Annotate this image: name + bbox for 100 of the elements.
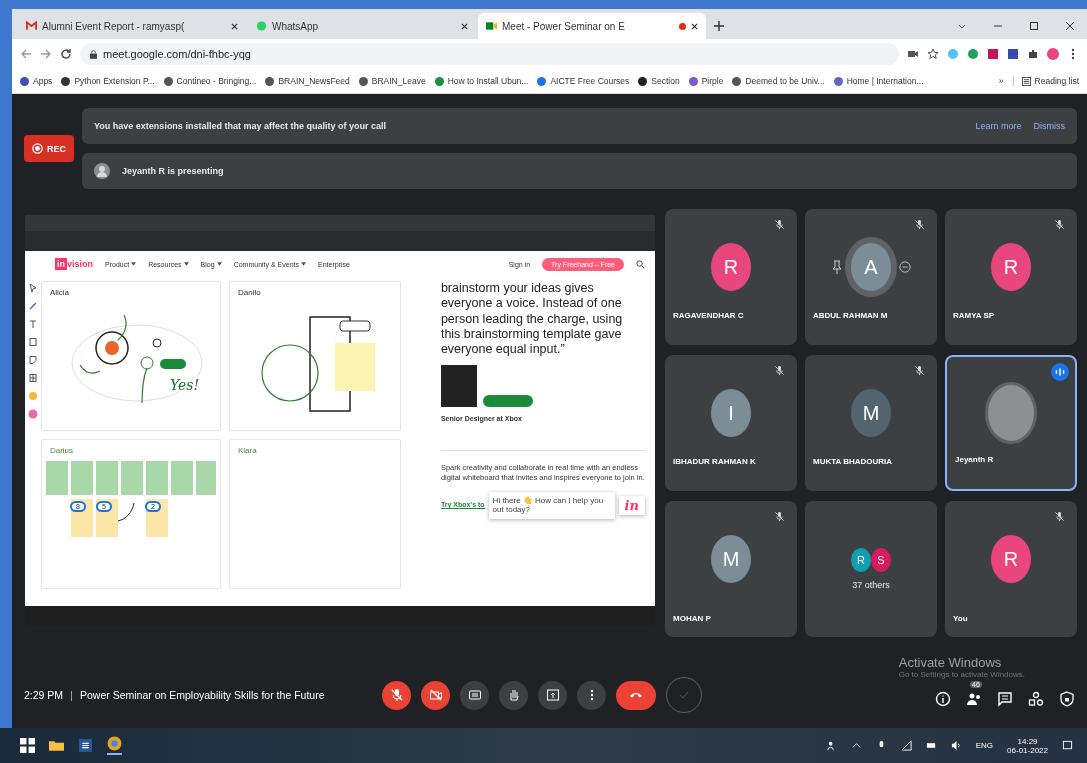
star-icon[interactable] xyxy=(927,48,939,60)
participant-tile[interactable]: R RAMYA SP xyxy=(945,209,1077,345)
caret-icon xyxy=(216,262,222,266)
mail-icon xyxy=(26,21,37,31)
reading-list-link[interactable]: Reading list xyxy=(1012,76,1079,86)
browser-tab[interactable]: Meet - Power Seminar on E xyxy=(478,13,706,39)
document-app-icon[interactable] xyxy=(78,738,93,753)
camera-button[interactable] xyxy=(421,680,450,710)
bookmark-link[interactable]: Pirple xyxy=(688,76,724,86)
whiteboard-card[interactable]: Kiara xyxy=(228,439,401,589)
bookmark-favicon-icon xyxy=(358,76,368,86)
language-indicator[interactable]: ENG xyxy=(975,741,994,750)
participant-tile[interactable]: R You xyxy=(945,501,1077,637)
avatar-circle: R xyxy=(991,243,1031,291)
extension-icon[interactable] xyxy=(987,48,999,60)
bookmark-link[interactable]: Deemed to be Univ... xyxy=(732,76,825,86)
search-icon[interactable] xyxy=(636,259,645,269)
board-name: Kiara xyxy=(236,445,258,457)
participant-tile[interactable]: R S 37 others xyxy=(805,501,937,637)
muted-mic-icon xyxy=(389,688,404,702)
present-button[interactable] xyxy=(538,680,567,710)
activation-text: Go to Settings to activate Windows. xyxy=(898,670,1025,679)
windows-start-icon[interactable] xyxy=(20,738,35,753)
shield-lock-icon[interactable] xyxy=(1059,691,1075,707)
whiteboard-card[interactable]: Alicia Yes! xyxy=(40,281,221,431)
microphone-button[interactable] xyxy=(382,680,411,710)
info-icon[interactable] xyxy=(935,691,951,707)
people-icon[interactable] xyxy=(966,691,982,707)
address-bar[interactable]: meet.google.com/dni-fhbc-yqg xyxy=(80,43,899,65)
bookmark-link[interactable]: AICTE Free Courses xyxy=(537,76,630,86)
raise-hand-button[interactable] xyxy=(499,680,528,710)
participant-tile[interactable]: I IBHADUR RAHMAN K xyxy=(665,355,797,491)
bookmark-link[interactable]: Home | Internation... xyxy=(833,76,924,86)
chat-launcher-button[interactable]: in xyxy=(618,495,645,515)
grid-icon[interactable] xyxy=(27,373,38,383)
speaker-icon[interactable] xyxy=(950,740,962,751)
recording-button[interactable]: REC xyxy=(24,135,74,162)
chevron-up-icon[interactable] xyxy=(850,740,862,751)
close-icon[interactable] xyxy=(231,22,238,30)
bookmark-link[interactable]: BRAIN_NewsFeed xyxy=(265,76,350,86)
folder-icon[interactable] xyxy=(49,738,64,753)
bookmark-favicon-icon xyxy=(688,76,698,86)
participant-tile[interactable]: M MOHAN P xyxy=(665,501,797,637)
bookmark-favicon-icon xyxy=(732,76,742,86)
close-icon[interactable] xyxy=(691,22,698,30)
leave-call-button[interactable] xyxy=(616,680,656,710)
bookmark-link[interactable]: Python Extension P... xyxy=(61,76,155,86)
whiteboard-card[interactable]: Danilo xyxy=(228,281,401,431)
sticker-icon[interactable] xyxy=(27,409,38,419)
bookmark-link[interactable]: Apps xyxy=(20,76,53,86)
close-icon[interactable] xyxy=(461,22,468,30)
forward-arrow-icon[interactable] xyxy=(40,48,52,60)
participant-tile[interactable]: M MUKTA BHADOURIA xyxy=(805,355,937,491)
logo-mark: in xyxy=(55,258,67,270)
bookmark-link[interactable]: Section xyxy=(638,76,680,86)
captions-button[interactable] xyxy=(460,680,489,710)
banner-link[interactable]: Dismiss xyxy=(1033,121,1065,131)
participant-tile[interactable]: A ABDUL RAHMAN M xyxy=(805,209,937,345)
browser-app-icon[interactable] xyxy=(107,736,122,755)
extension-icon[interactable] xyxy=(1007,48,1019,60)
pen-icon[interactable] xyxy=(27,301,38,311)
notification-icon[interactable] xyxy=(1062,740,1073,751)
maximize-icon[interactable] xyxy=(1029,21,1039,31)
shapes-icon[interactable] xyxy=(1028,691,1044,707)
pin-icon[interactable] xyxy=(831,260,843,274)
participant-tile[interactable]: R RAGAVENDHAR C xyxy=(665,209,797,345)
battery-icon[interactable] xyxy=(925,740,937,751)
video-camera-icon xyxy=(486,21,497,31)
bookmark-favicon-icon xyxy=(638,76,648,86)
network-icon[interactable] xyxy=(900,740,912,751)
caret-icon xyxy=(131,262,137,266)
browser-tab[interactable]: WhatsApp xyxy=(248,13,476,39)
bookmark-link[interactable]: Contineo - Bringing... xyxy=(163,76,257,86)
back-arrow-icon[interactable] xyxy=(20,48,32,60)
extension-icon[interactable] xyxy=(967,48,979,60)
banner-link[interactable]: Learn more xyxy=(975,121,1022,131)
rectangle-icon[interactable] xyxy=(27,337,38,347)
caret-icon xyxy=(183,262,189,266)
puzzle-icon[interactable] xyxy=(1027,48,1039,60)
person-icon[interactable] xyxy=(825,740,837,751)
remove-icon[interactable] xyxy=(899,260,911,274)
participant-tile[interactable]: Jeyanth R xyxy=(945,355,1077,491)
more-bookmarks-chevron[interactable]: » xyxy=(998,76,1004,86)
profile-avatar-icon[interactable] xyxy=(1047,48,1059,60)
sticky-note-icon[interactable] xyxy=(27,355,38,365)
bookmark-link[interactable]: BRAIN_Leave xyxy=(358,76,426,86)
bookmark-link[interactable]: How to Install Ubun... xyxy=(434,76,529,86)
chat-icon[interactable] xyxy=(997,691,1013,707)
photo-placeholder xyxy=(985,382,1037,444)
caret-icon xyxy=(301,262,306,266)
participant-name: RAMYA SP xyxy=(953,311,995,320)
browser-tab[interactable]: Alumni Event Report - ramyasp( xyxy=(18,13,246,39)
camera-icon[interactable] xyxy=(907,48,919,60)
logo-text: vision xyxy=(67,259,93,269)
new-tab-icon[interactable] xyxy=(714,21,724,31)
reload-icon[interactable] xyxy=(60,48,72,60)
close-icon[interactable] xyxy=(1065,21,1075,31)
cursor-icon[interactable] xyxy=(27,283,38,293)
speaking-indicator-icon xyxy=(1051,363,1069,381)
avatar-circle: R xyxy=(711,243,751,291)
